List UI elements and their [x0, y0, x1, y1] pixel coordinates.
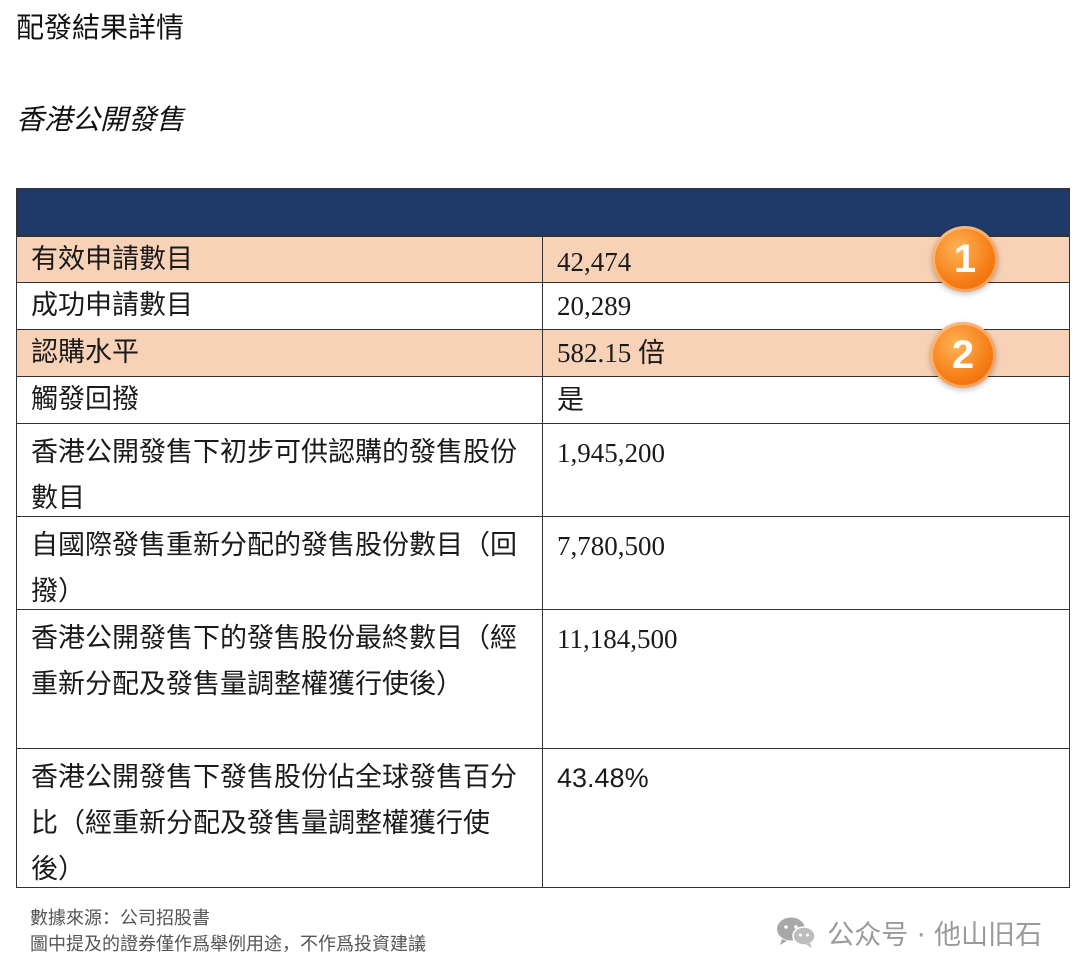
page-title: 配發結果詳情	[16, 11, 185, 44]
table-row: 成功申請數目 20,289	[17, 282, 1069, 329]
source-note: 數據來源：公司招股書	[30, 908, 210, 929]
marker-badge-2: 2	[930, 322, 996, 388]
table-header-bar	[17, 189, 1069, 236]
row-value: 1,945,200	[557, 438, 665, 468]
row-value: 43.48%	[557, 763, 649, 793]
table-row: 自國際發售重新分配的發售股份數目（回撥） 7,780,500	[17, 516, 1069, 609]
row-label: 有效申請數目	[17, 237, 543, 282]
section-subtitle: 香港公開發售	[16, 103, 185, 136]
wechat-icon	[777, 917, 816, 948]
row-value: 11,184,500	[557, 624, 678, 654]
row-label: 香港公開發售下發售股份佔全球發售百分比（經重新分配及發售量調整權獲行使後）	[17, 749, 543, 887]
watermark-text: 公众号 · 他山旧石	[827, 919, 1042, 951]
allotment-table: 有效申請數目 42,474 成功申請數目 20,289 認購水平 582.15 …	[16, 188, 1070, 888]
row-value: 是	[557, 385, 584, 415]
table-row: 認購水平 582.15 倍	[17, 329, 1069, 376]
row-label: 香港公開發售下初步可供認購的發售股份數目	[17, 424, 543, 516]
row-label: 成功申請數目	[17, 283, 543, 329]
row-value: 20,289	[557, 291, 632, 321]
table-row: 香港公開發售下發售股份佔全球發售百分比（經重新分配及發售量調整權獲行使後） 43…	[17, 748, 1069, 887]
marker-badge-1: 1	[932, 226, 998, 292]
disclaimer-note: 圖中提及的證券僅作爲舉例用途，不作爲投資建議	[30, 934, 426, 955]
table-row: 觸發回撥 是	[17, 376, 1069, 423]
row-label: 觸發回撥	[17, 377, 543, 423]
table-row: 有效申請數目 42,474	[17, 236, 1069, 282]
row-label: 認購水平	[17, 330, 543, 376]
table-row: 香港公開發售下初步可供認購的發售股份數目 1,945,200	[17, 423, 1069, 516]
row-value: 7,780,500	[557, 531, 665, 561]
row-label: 香港公開發售下的發售股份最終數目（經重新分配及發售量調整權獲行使後）	[17, 610, 543, 748]
row-label: 自國際發售重新分配的發售股份數目（回撥）	[17, 517, 543, 609]
table-row: 香港公開發售下的發售股份最終數目（經重新分配及發售量調整權獲行使後） 11,18…	[17, 609, 1069, 748]
watermark: 公众号 · 他山旧石	[775, 912, 1042, 952]
